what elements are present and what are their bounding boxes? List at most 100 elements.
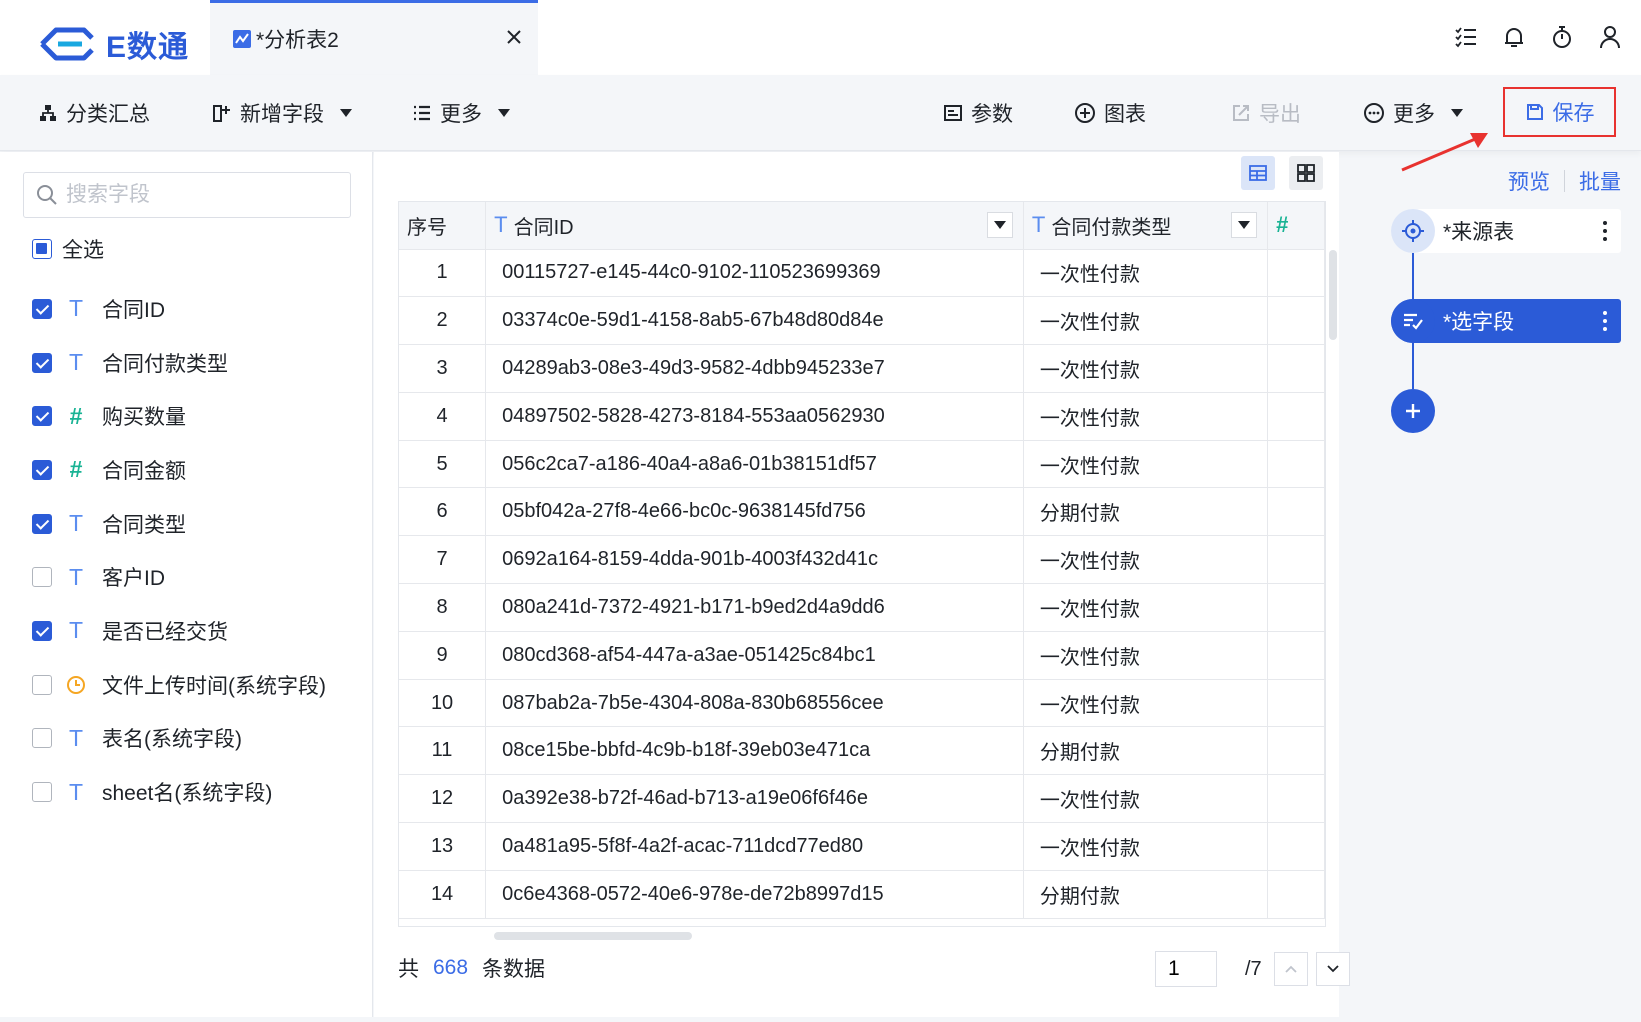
group-summary-button[interactable]: 分类汇总 xyxy=(38,75,150,151)
field-item[interactable]: T 合同付款类型 xyxy=(32,336,326,390)
more-vertical-icon[interactable] xyxy=(1595,221,1615,241)
prev-page-button[interactable] xyxy=(1273,952,1308,986)
number-type-icon: # xyxy=(69,402,83,429)
field-item[interactable]: # 合同金额 xyxy=(32,443,326,497)
view-toggle xyxy=(1241,156,1323,190)
text-type-icon: T xyxy=(1031,212,1046,238)
text-type-icon: T xyxy=(68,349,84,376)
field-item[interactable]: 文件上传时间(系统字段) xyxy=(32,658,326,712)
field-checkbox[interactable] xyxy=(32,782,52,803)
field-label: 合同付款类型 xyxy=(102,352,228,376)
table-row[interactable]: 11 08ce15be-bbfd-4c9b-b18f-39eb03e471ca 分期… xyxy=(399,726,1325,776)
table-row[interactable]: 4 04897502-5828-4273-8184-553aa0562930 一次性… xyxy=(399,392,1325,441)
column-header-numeric[interactable]: # xyxy=(1267,202,1325,250)
contract-id-cell: 0692a164-8159-4dda-901b-4003f432d41c xyxy=(485,535,1024,585)
table-row[interactable]: 12 0a392e38-b72f-46ad-b713-a19e06f6f46e 一次… xyxy=(399,774,1325,824)
table-row[interactable]: 5 056c2ca7-a186-40a4-a8a6-01b38151df57 一次性… xyxy=(399,440,1325,489)
table-row[interactable]: 3 04289ab3-08e3-49d3-9582-4dbb945233e7 一次性… xyxy=(399,344,1325,393)
table-row[interactable]: 6 05bf042a-27f8-4e66-bc0c-9638145fd756 分期付… xyxy=(399,487,1325,537)
params-button[interactable]: 参数 xyxy=(943,75,1013,151)
flow-node-select-fields[interactable]: *选字段 xyxy=(1391,299,1621,343)
column-dropdown-button[interactable] xyxy=(1231,212,1258,239)
field-item[interactable]: T 合同ID xyxy=(32,282,326,336)
more-left-button[interactable]: 更多 xyxy=(412,75,510,151)
column-header-contract-id[interactable]: T 合同ID xyxy=(485,202,1024,250)
add-field-button[interactable]: 新增字段 xyxy=(212,75,352,151)
field-checkbox[interactable] xyxy=(32,298,52,319)
flow-connector xyxy=(1412,253,1414,299)
column-header-payment-type[interactable]: T 合同付款类型 xyxy=(1023,202,1269,250)
field-item[interactable]: T 是否已经交货 xyxy=(32,604,326,658)
add-node-button[interactable] xyxy=(1391,389,1435,433)
add-column-icon xyxy=(213,105,230,122)
timer-icon[interactable] xyxy=(1549,24,1575,50)
table-row[interactable]: 10 087bab2a-7b5e-4304-808a-830b68556cee 一次… xyxy=(399,679,1325,728)
vertical-scrollbar[interactable] xyxy=(1329,250,1337,340)
next-page-button[interactable] xyxy=(1315,952,1350,986)
export-button[interactable]: 导出 xyxy=(1231,75,1301,151)
field-item[interactable]: T 表名(系统字段) xyxy=(32,712,326,766)
table-row[interactable]: 13 0a481a95-5f8f-4a2f-acac-711dcd77ed80 一次… xyxy=(399,822,1325,871)
field-checkbox[interactable] xyxy=(32,352,52,373)
contract-id-cell: 04897502-5828-4273-8184-553aa0562930 xyxy=(485,392,1024,441)
divider xyxy=(1564,170,1565,192)
close-icon[interactable] xyxy=(502,25,526,49)
table-row[interactable]: 7 0692a164-8159-4dda-901b-4003f432d41c 一次性… xyxy=(399,535,1325,585)
row-index-cell: 10 xyxy=(399,679,487,728)
task-list-icon[interactable] xyxy=(1453,24,1479,50)
table-row[interactable]: 9 080cd368-af54-447a-a3ae-051425c84bc1 一次性… xyxy=(399,631,1325,680)
field-checkbox[interactable] xyxy=(32,406,52,427)
app-logo[interactable]: E数通 xyxy=(36,22,189,66)
table-view-button[interactable] xyxy=(1241,156,1275,190)
field-checkbox[interactable] xyxy=(32,620,52,641)
field-label: 表名(系统字段) xyxy=(102,728,242,752)
bell-icon[interactable] xyxy=(1501,24,1527,50)
batch-link[interactable]: 批量 xyxy=(1579,166,1621,196)
numeric-cell xyxy=(1267,822,1325,871)
tab-analysis-table[interactable]: *分析表2 xyxy=(210,0,538,75)
field-checkbox[interactable] xyxy=(32,674,52,695)
flow-node-label: *选字段 xyxy=(1443,311,1515,334)
page-input[interactable] xyxy=(1155,951,1217,987)
row-index-cell: 3 xyxy=(399,344,487,393)
horizontal-scrollbar[interactable] xyxy=(494,932,692,940)
field-item[interactable]: Tsheet名(系统字段) xyxy=(32,765,326,819)
row-index-cell: 7 xyxy=(399,535,487,585)
field-item[interactable]: # 购买数量 xyxy=(32,389,326,443)
field-checkbox[interactable] xyxy=(32,728,52,749)
flow-connector xyxy=(1412,343,1414,389)
payment-type-cell: 一次性付款 xyxy=(1023,392,1269,441)
column-header-label: 序号 xyxy=(407,216,447,239)
preview-link[interactable]: 预览 xyxy=(1508,166,1550,196)
export-label: 导出 xyxy=(1259,103,1301,126)
table-row[interactable]: 8 080a241d-7372-4921-b171-b9ed2d4a9dd6 一次性… xyxy=(399,583,1325,632)
field-checkbox[interactable] xyxy=(32,567,52,588)
table-view-icon xyxy=(1249,165,1267,181)
field-checkbox[interactable] xyxy=(32,513,52,534)
text-type-icon: T xyxy=(68,617,84,644)
chevron-down-icon xyxy=(993,221,1006,230)
card-view-button[interactable] xyxy=(1289,156,1323,190)
more-vertical-icon[interactable] xyxy=(1595,311,1615,331)
chevron-down-icon xyxy=(1327,965,1339,973)
select-all[interactable]: 全选 xyxy=(32,234,104,264)
table-row[interactable]: 1 00115727-e145-44c0-9102-110523699369 一次性… xyxy=(399,249,1325,298)
field-list: T 合同ID T 合同付款类型 # 购买数量 # 合同金额 T 合同类型 T 客户ID T 是否已经交货文… xyxy=(32,282,326,819)
table-row[interactable]: 14 0c6e4368-0572-40e6-978e-de72b8997d15 分期… xyxy=(399,870,1325,919)
select-all-checkbox[interactable] xyxy=(32,239,52,259)
row-index-cell: 2 xyxy=(399,296,487,346)
chart-button[interactable]: 图表 xyxy=(1074,75,1146,151)
field-item[interactable]: T 客户ID xyxy=(32,550,326,604)
text-type-icon: T xyxy=(68,724,84,751)
more-circle-icon xyxy=(1364,103,1384,123)
table-row[interactable]: 2 03374c0e-59d1-4158-8ab5-67b48d80d84e 一次性… xyxy=(399,296,1325,346)
search-input[interactable] xyxy=(66,183,326,207)
save-button[interactable]: 保存 xyxy=(1503,87,1616,137)
contract-id-cell: 05bf042a-27f8-4e66-bc0c-9638145fd756 xyxy=(485,487,1024,537)
user-icon[interactable] xyxy=(1597,24,1623,50)
field-checkbox[interactable] xyxy=(32,459,52,480)
flow-node-source-table[interactable]: *来源表 xyxy=(1391,209,1621,253)
column-dropdown-button[interactable] xyxy=(986,212,1013,239)
numeric-cell xyxy=(1267,535,1325,585)
field-item[interactable]: T 合同类型 xyxy=(32,497,326,551)
